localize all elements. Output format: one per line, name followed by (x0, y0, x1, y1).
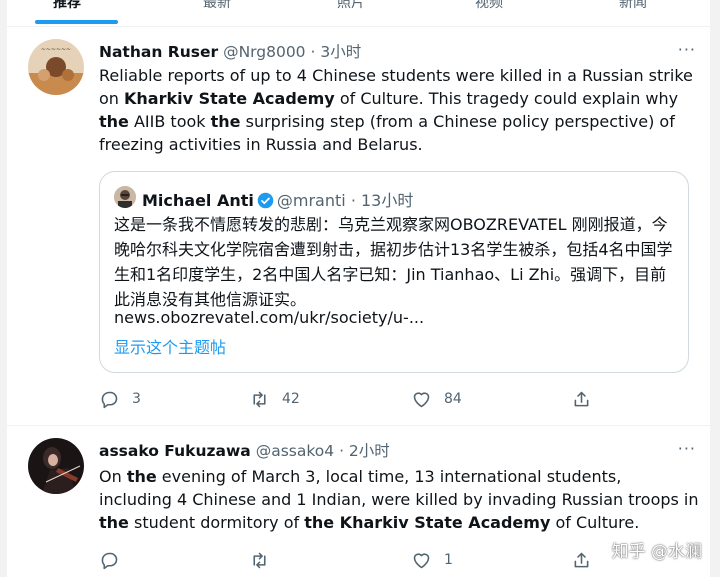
quote-author-name: Michael Anti (142, 191, 254, 210)
retweet-button[interactable] (249, 549, 282, 571)
active-tab-indicator (35, 20, 118, 24)
share-button[interactable] (571, 388, 592, 410)
verified-badge-icon (257, 192, 274, 209)
window-frame-left (0, 0, 7, 577)
more-icon[interactable]: ··· (678, 40, 696, 59)
tweet-actions: 1 (99, 549, 599, 573)
author-handle[interactable]: @assako4 (256, 442, 334, 460)
tab-0[interactable]: 推荐 (53, 0, 81, 12)
retweet-count: 42 (282, 391, 300, 407)
tab-1[interactable]: 最新 (203, 0, 231, 12)
quoted-tweet[interactable]: Michael Anti @mranti · 13小时 这是一条我不情愿转发的悲… (99, 171, 689, 373)
share-button[interactable] (571, 549, 592, 571)
zhihu-watermark: 知乎 @水澜 (611, 542, 702, 562)
quote-text: 这是一条我不情愿转发的悲剧：乌克兰观察家网OBOZREVATEL 刚刚报道，今晚… (114, 215, 673, 309)
quote-link[interactable]: news.obozrevatel.com/ukr/society/u-... (114, 308, 424, 327)
quote-avatar (114, 186, 136, 208)
tweet-assako-fukuzawa[interactable]: assako Fukuzawa @assako4 · 2小时 ··· On th… (7, 426, 710, 577)
share-icon (574, 552, 589, 567)
tweet-header: Nathan Ruser @Nrg8000 · 3小时 (99, 40, 361, 62)
window-frame-right (710, 0, 720, 577)
more-icon[interactable]: ··· (678, 439, 696, 458)
author-name[interactable]: assako Fukuzawa (99, 442, 251, 460)
show-thread-link[interactable]: 显示这个主题帖 (114, 334, 226, 358)
tweet-time[interactable]: · 2小时 (339, 442, 390, 460)
reply-icon (101, 552, 118, 569)
author-name[interactable]: Nathan Ruser (99, 43, 218, 61)
tab-bar: 推荐 最新 照片 视频 新闻 (7, 0, 710, 27)
tweet-text: Reliable reports of up to 4 Chinese stud… (99, 66, 693, 154)
reply-button[interactable] (99, 549, 132, 571)
tweet-actions: 3 42 84 (99, 388, 599, 412)
like-button[interactable]: 84 (411, 388, 462, 410)
like-button[interactable]: 1 (411, 549, 453, 571)
tab-4[interactable]: 新闻 (619, 0, 647, 12)
like-count: 84 (444, 391, 462, 407)
reply-button[interactable]: 3 (99, 388, 141, 410)
tweet-header: assako Fukuzawa @assako4 · 2小时 (99, 439, 390, 461)
quote-header: Michael Anti @mranti · 13小时 (142, 187, 413, 211)
avatar[interactable] (28, 438, 84, 494)
share-icon (574, 391, 589, 406)
tweet-nathan-ruser[interactable]: ~~~~~~ Nathan Ruser @Nrg8000 · 3小时 ··· R… (7, 26, 710, 426)
tab-3[interactable]: 视频 (475, 0, 503, 12)
tweet-time[interactable]: · 3小时 (310, 43, 361, 61)
svg-text:~~~~~~: ~~~~~~ (41, 46, 71, 53)
reply-icon (101, 391, 118, 408)
quote-author-handle: @mranti (276, 191, 346, 210)
retweet-icon (253, 552, 266, 568)
avatar[interactable]: ~~~~~~ (28, 39, 84, 95)
like-count: 1 (444, 552, 453, 568)
author-handle[interactable]: @Nrg8000 (223, 43, 305, 61)
retweet-icon (253, 391, 266, 407)
reply-count: 3 (132, 391, 141, 407)
like-icon (413, 391, 430, 407)
quote-time: · 13小时 (350, 191, 414, 210)
like-icon (413, 552, 430, 568)
retweet-button[interactable]: 42 (249, 388, 300, 410)
tweet-text: On the evening of March 3, local time, 1… (99, 467, 699, 532)
tab-2[interactable]: 照片 (337, 0, 365, 12)
